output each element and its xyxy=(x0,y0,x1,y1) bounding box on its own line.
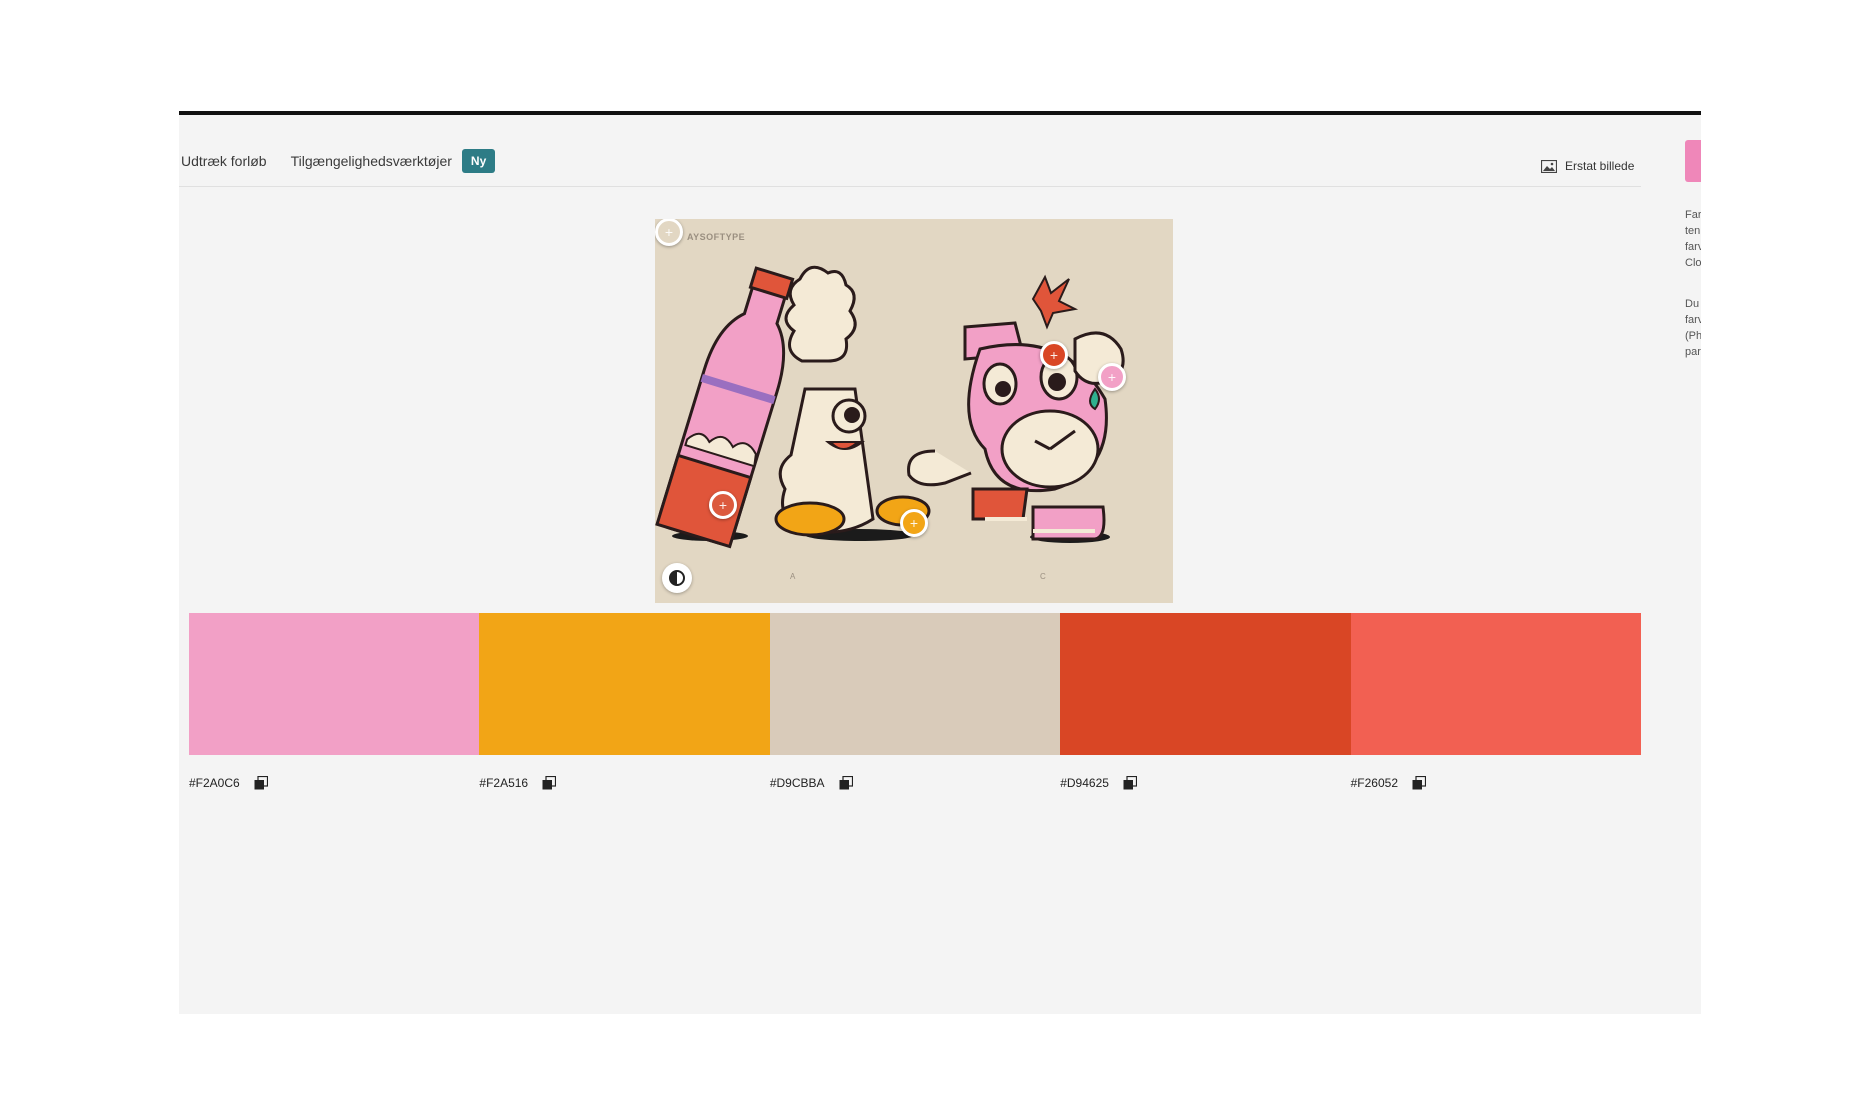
color-picker-handle[interactable]: + xyxy=(1040,341,1068,369)
plus-icon: + xyxy=(909,515,919,531)
image-caption-right: C xyxy=(1040,572,1046,581)
color-extract-panel: Udtræk forløb Tilgængelighedsværktøjer N… xyxy=(179,111,1701,1014)
contrast-icon xyxy=(669,570,685,586)
hex-code: #F2A0C6 xyxy=(189,776,240,790)
illustration xyxy=(655,265,1125,549)
plus-icon: + xyxy=(1049,347,1059,363)
source-image[interactable]: AYSOFTYPE A C + + + + + xyxy=(655,219,1173,603)
tab-accessibility-tools[interactable]: Tilgængelighedsværktøjer xyxy=(291,153,452,169)
color-swatch[interactable] xyxy=(479,613,770,755)
copy-icon[interactable] xyxy=(1412,776,1426,790)
color-swatch-strip xyxy=(189,613,1642,755)
color-swatch[interactable] xyxy=(189,613,480,755)
new-badge: Ny xyxy=(461,149,496,173)
image-brand-text: AYSOFTYPE xyxy=(687,232,746,242)
tab-extract-gradient[interactable]: Udtræk forløb xyxy=(181,153,267,169)
replace-image-label: Erstat billede xyxy=(1565,159,1635,173)
hex-code-item: #F26052 xyxy=(1351,776,1641,790)
hex-code: #D9CBBA xyxy=(769,776,825,790)
image-icon xyxy=(1541,159,1557,173)
color-picker-handle[interactable]: + xyxy=(1098,363,1126,391)
side-panel-text-2: Du farv (Ph par xyxy=(1685,298,1701,358)
color-swatch[interactable] xyxy=(1060,613,1351,755)
side-panel-text-1: Far ten farv Clo xyxy=(1685,209,1701,269)
tab-divider xyxy=(179,186,1641,187)
plus-icon: + xyxy=(664,224,674,240)
color-picker-handle[interactable]: + xyxy=(709,491,737,519)
color-swatch[interactable] xyxy=(769,613,1061,755)
hex-code-row: #F2A0C6 #F2A516 #D9CBBA #D94625 #F26052 xyxy=(189,776,1641,790)
image-caption-left: A xyxy=(790,572,796,581)
plus-icon: + xyxy=(718,497,728,513)
replace-image-button[interactable]: Erstat billede xyxy=(1541,159,1634,173)
copy-icon[interactable] xyxy=(839,776,853,790)
hex-code-item: #D94625 xyxy=(1060,776,1350,790)
hex-code-item: #F2A0C6 xyxy=(189,776,479,790)
copy-icon[interactable] xyxy=(1123,776,1137,790)
color-picker-handle[interactable]: + xyxy=(655,219,683,246)
tab-bar: Udtræk forløb Tilgængelighedsværktøjer N… xyxy=(181,149,496,173)
plus-icon: + xyxy=(1107,369,1117,385)
hex-code-item: #D9CBBA xyxy=(770,776,1060,790)
copy-icon[interactable] xyxy=(542,776,557,790)
color-picker-handle[interactable]: + xyxy=(900,509,928,537)
hex-code: #D94625 xyxy=(1060,776,1109,790)
contrast-toggle-button[interactable] xyxy=(662,563,692,593)
color-swatch[interactable] xyxy=(1350,613,1642,755)
top-border xyxy=(179,111,1701,115)
hex-code: #F2A516 xyxy=(479,776,529,790)
hex-code: #F26052 xyxy=(1350,776,1398,790)
side-action-button[interactable] xyxy=(1685,140,1701,182)
hex-code-item: #F2A516 xyxy=(479,776,769,790)
copy-icon[interactable] xyxy=(254,776,268,790)
